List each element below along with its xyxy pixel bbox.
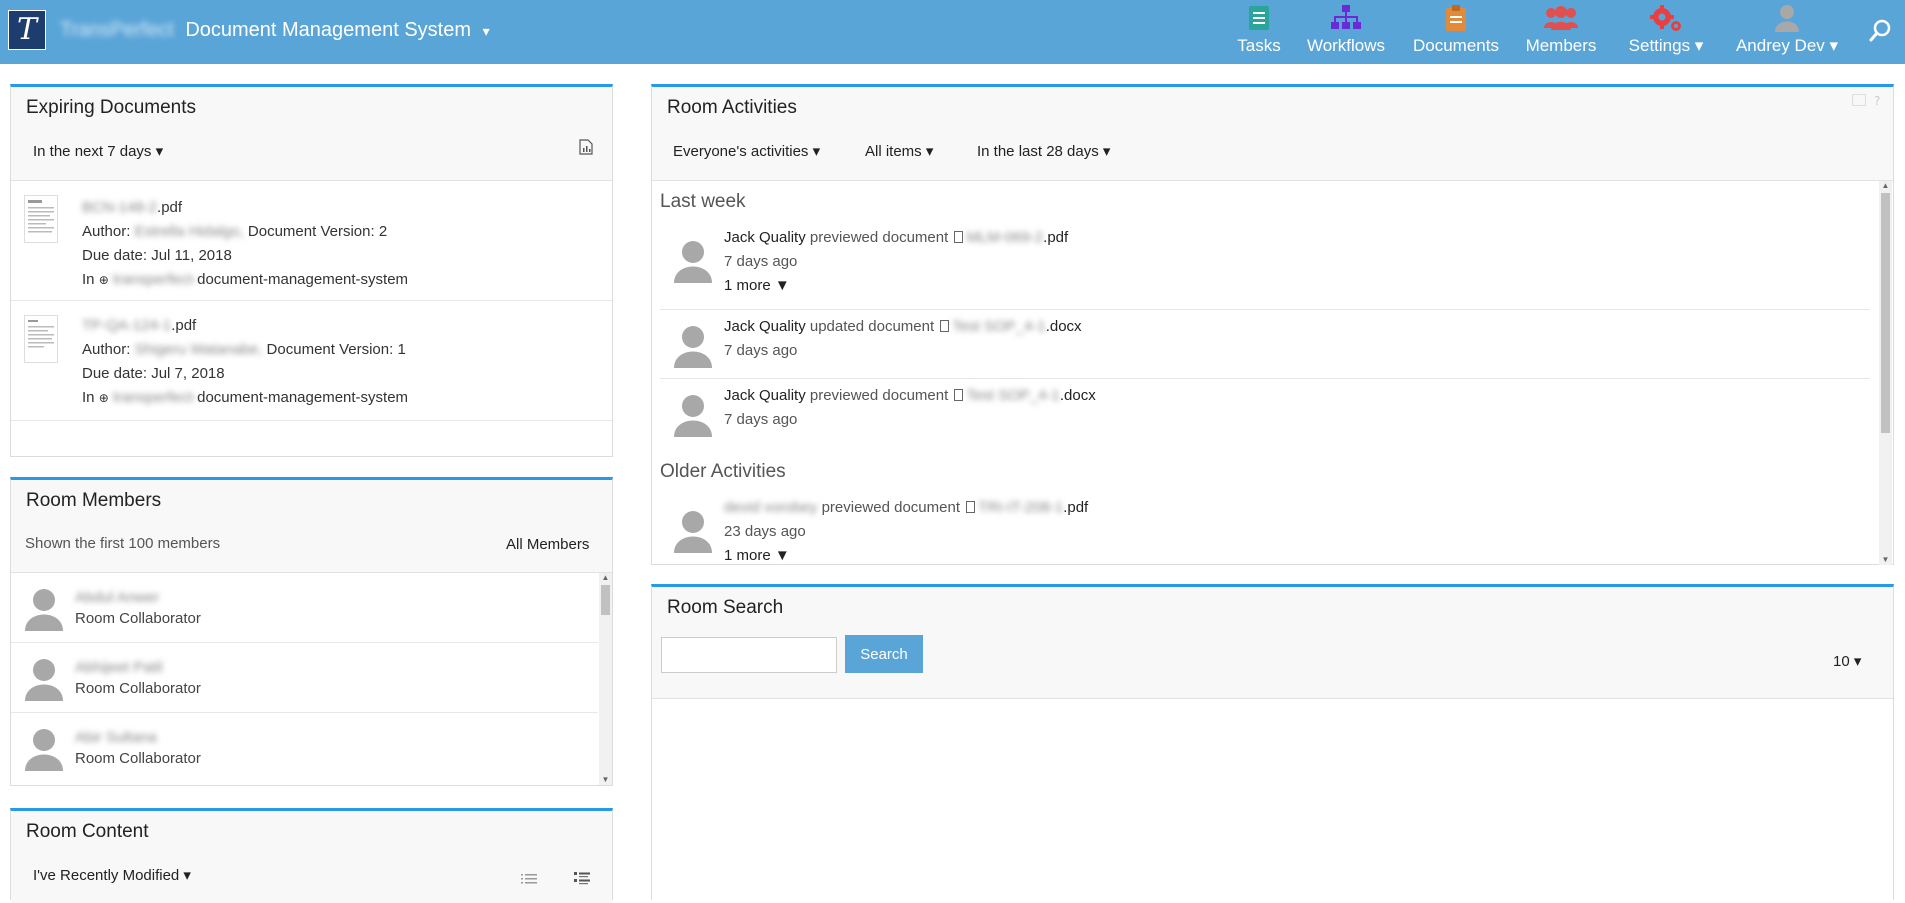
panel-title: Room Activities — [667, 97, 797, 118]
members-scrollbar[interactable]: ▲ ▼ — [599, 573, 612, 785]
expiring-doc-item[interactable]: BCN-148-2.pdf Author: Estrella Hidalgo, … — [11, 181, 612, 301]
help-icon[interactable]: ? — [1873, 93, 1883, 107]
member-item[interactable]: Abir Sultana Room Collaborator — [11, 713, 598, 783]
room-search-input[interactable] — [661, 637, 837, 673]
file-icon — [966, 501, 976, 513]
export-report-icon[interactable] — [579, 139, 593, 155]
panel-title: Expiring Documents — [26, 97, 197, 118]
activity-item: devid vorobey previewed document TRI-IT-… — [660, 491, 1870, 565]
member-item[interactable]: Abhijeet Patil Room Collaborator — [11, 643, 598, 713]
brand-logo[interactable]: T — [8, 10, 46, 50]
nav-workflows[interactable]: Workflows — [1300, 0, 1392, 64]
detail-view-icon[interactable] — [574, 872, 590, 886]
activity-list: Last week Jack Quality previewed documen… — [652, 181, 1878, 565]
chevron-down-icon: ▾ — [482, 23, 490, 39]
list-view-icon[interactable] — [521, 873, 537, 885]
room-content-panel: Room Content I've Recently Modified ▾ — [10, 808, 613, 903]
more-toggle[interactable]: 1 more ▼ — [724, 277, 790, 294]
file-icon — [954, 389, 964, 401]
more-toggle[interactable]: 1 more ▼ — [724, 547, 790, 564]
settings-panel-icon[interactable] — [1852, 94, 1866, 106]
group-heading: Last week — [660, 191, 746, 212]
room-activities-panel: Room Activities ? Everyone's activities … — [651, 84, 1894, 565]
avatar-icon — [25, 659, 63, 701]
page-size-dropdown[interactable]: 10 ▾ — [1833, 652, 1861, 670]
activity-user-filter[interactable]: Everyone's activities ▾ — [673, 142, 820, 160]
nav-documents[interactable]: Documents — [1408, 0, 1504, 64]
activity-time-filter[interactable]: In the last 28 days ▾ — [977, 142, 1110, 160]
brand-company: TransPerfect — [60, 19, 174, 41]
search-button[interactable]: Search — [845, 635, 923, 673]
avatar-icon — [674, 395, 712, 437]
documents-icon — [1446, 5, 1466, 31]
document-thumbnail — [24, 315, 58, 363]
brand-title: Document Management System — [185, 19, 471, 41]
scroll-down-arrow[interactable]: ▼ — [599, 775, 612, 785]
members-icon — [1544, 6, 1578, 30]
member-item[interactable]: Abdul Anwer Room Collaborator — [11, 573, 598, 643]
avatar-icon — [25, 589, 63, 631]
document-thumbnail — [24, 195, 58, 243]
panel-title: Room Members — [26, 490, 162, 511]
tasks-icon — [1249, 6, 1269, 30]
expiring-documents-panel: Expiring Documents In the next 7 days ▾ … — [10, 84, 613, 457]
expiring-doc-item[interactable]: TP-QA-124-1.pdf Author: Shigeru Watanabe… — [11, 301, 612, 421]
settings-icon — [1650, 5, 1681, 31]
content-filter-dropdown[interactable]: I've Recently Modified ▾ — [33, 866, 191, 884]
room-members-panel: Room Members Shown the first 100 members… — [10, 477, 613, 786]
scroll-down-arrow[interactable]: ▼ — [1879, 555, 1892, 565]
activity-item: Jack Quality previewed document Test SOP… — [660, 379, 1870, 448]
activity-item: Jack Quality updated document Test SOP_4… — [660, 310, 1870, 379]
app-title-dropdown[interactable]: TransPerfect Document Management System … — [60, 19, 490, 42]
avatar-icon — [674, 511, 712, 553]
svg-text:?: ? — [1874, 94, 1880, 107]
scroll-up-arrow[interactable]: ▲ — [1879, 181, 1892, 191]
expiring-range-dropdown[interactable]: In the next 7 days ▾ — [33, 142, 163, 160]
activity-item-filter[interactable]: All items ▾ — [865, 142, 933, 160]
avatar-icon — [674, 241, 712, 283]
file-icon — [940, 320, 950, 332]
group-heading: Older Activities — [660, 461, 786, 482]
avatar-icon — [25, 729, 63, 771]
nav-members[interactable]: Members — [1519, 0, 1603, 64]
user-icon — [1775, 5, 1799, 32]
panel-title: Room Content — [26, 821, 149, 842]
top-navbar: T TransPerfect Document Management Syste… — [0, 0, 1905, 64]
nav-tasks[interactable]: Tasks — [1231, 0, 1287, 64]
globe-icon: ⊕ — [98, 273, 109, 287]
file-icon — [954, 231, 964, 243]
scroll-up-arrow[interactable]: ▲ — [599, 573, 612, 583]
nav-user-menu[interactable]: Andrey Dev ▾ — [1728, 0, 1846, 64]
room-search-panel: Room Search Search 10 ▾ — [651, 584, 1894, 900]
panel-title: Room Search — [667, 597, 784, 618]
globe-icon: ⊕ — [98, 391, 109, 405]
activities-scrollbar[interactable]: ▲ ▼ — [1879, 181, 1892, 565]
activity-item: Jack Quality previewed document MLM-069-… — [660, 221, 1870, 310]
nav-settings[interactable]: Settings ▾ — [1622, 0, 1710, 64]
search-icon[interactable] — [1868, 18, 1894, 44]
members-count-text: Shown the first 100 members — [25, 535, 221, 552]
all-members-link[interactable]: All Members — [506, 536, 589, 553]
workflows-icon — [1331, 5, 1361, 29]
avatar-icon — [674, 326, 712, 368]
